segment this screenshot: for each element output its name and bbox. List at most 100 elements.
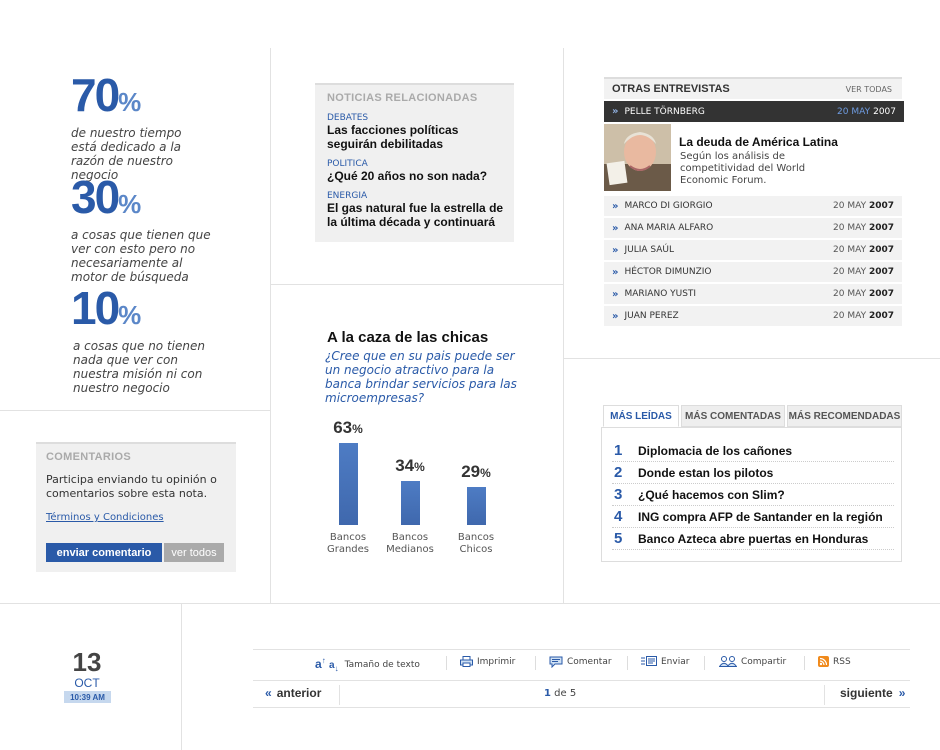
send-tool[interactable]: Enviar	[641, 656, 689, 667]
most-item-number: 2	[614, 464, 623, 481]
date-time: 10:39 AM	[64, 691, 111, 703]
related-category: POLITICA	[327, 159, 368, 169]
most-item[interactable]: 5 Banco Azteca abre puertas en Honduras	[612, 528, 894, 550]
double-chevron-icon: »	[612, 200, 619, 212]
interview-row[interactable]: » JUAN PEREZ 20 MAY 2007	[604, 306, 902, 326]
related-news-box: NOTICIAS RELACIONADAS DEBATES Las faccio…	[315, 83, 514, 242]
stat-text: a cosas que tienen que ver con esto pero…	[71, 228, 211, 284]
featured-summary: Según los análisis de competitividad del…	[680, 151, 806, 186]
most-item[interactable]: 4 ING compra AFP de Santander en la regió…	[612, 506, 894, 528]
double-chevron-left-icon: «	[265, 686, 272, 700]
share-tool[interactable]: Compartir	[719, 656, 786, 667]
poll-bar	[467, 487, 486, 525]
share-icon	[719, 656, 737, 667]
divider	[0, 410, 270, 411]
interview-name: MARCO DI GIORGIO	[624, 201, 713, 211]
most-item-number: 3	[614, 486, 623, 503]
double-chevron-icon: »	[612, 288, 619, 300]
related-link[interactable]: Las facciones políticas seguirán debilit…	[327, 123, 507, 151]
divider	[563, 358, 940, 359]
rss-label: RSS	[833, 656, 851, 667]
most-item-title: ¿Qué hacemos con Slim?	[638, 487, 785, 502]
poll-bar	[401, 481, 420, 525]
interview-date: 20 MAY 2007	[833, 223, 894, 233]
next-label: siguiente	[840, 686, 893, 700]
terms-link[interactable]: Términos y Condiciones	[46, 512, 164, 523]
featured-headline[interactable]: La deuda de América Latina	[679, 135, 838, 149]
toolbar-separator	[704, 656, 705, 670]
poll-bar-label: Bancos Chicos	[457, 532, 495, 555]
tab-most-recommended[interactable]: MÁS RECOMENDADAS	[787, 405, 902, 427]
text-size-label: Tamaño de texto	[344, 659, 420, 670]
interview-name: ANA MARIA ALFARO	[624, 223, 714, 233]
rss-tool[interactable]: RSS	[818, 656, 851, 667]
send-icon	[641, 656, 657, 666]
interview-row[interactable]: » JULIA SAÚL 20 MAY 2007	[604, 240, 902, 260]
interview-row[interactable]: » MARIANO YUSTI 20 MAY 2007	[604, 284, 902, 304]
view-all-interviews-link[interactable]: VER TODAS	[846, 85, 892, 94]
divider	[253, 680, 910, 681]
prev-page-link[interactable]: « anterior	[265, 686, 321, 700]
toolbar-separator	[446, 656, 447, 670]
tab-most-commented[interactable]: MÁS COMENTADAS	[681, 405, 785, 427]
interview-row[interactable]: » MARCO DI GIORGIO 20 MAY 2007	[604, 196, 902, 216]
most-item[interactable]: 1 Diplomacia de los cañones	[612, 440, 894, 462]
poll-bar	[339, 443, 358, 525]
most-item-title: Donde estan los pilotos	[638, 465, 774, 480]
divider	[824, 685, 825, 705]
double-chevron-icon: »	[612, 266, 619, 278]
stat-value: 70%	[71, 69, 142, 121]
interview-row[interactable]: » ANA MARIA ALFARO 20 MAY 2007	[604, 218, 902, 238]
page-indicator: 1 de 5	[544, 688, 576, 699]
interview-date: 20 MAY 2007	[833, 289, 894, 299]
double-chevron-right-icon: »	[898, 686, 906, 700]
divider	[270, 284, 563, 285]
toolbar-separator	[804, 656, 805, 670]
featured-year: 2007	[873, 106, 896, 117]
print-tool[interactable]: Imprimir	[460, 656, 515, 667]
print-label: Imprimir	[477, 656, 516, 667]
interview-date: 20 MAY 2007	[833, 311, 894, 321]
next-page-link[interactable]: siguiente »	[840, 686, 905, 700]
toolbar-separator	[627, 656, 628, 670]
text-size-icon: a↑ a↓	[315, 656, 339, 673]
related-category: ENERGIA	[327, 191, 368, 201]
poll-bar-label: Bancos Medianos	[386, 532, 434, 555]
most-item[interactable]: 2 Donde estan los pilotos	[612, 462, 894, 484]
featured-interview-bar[interactable]: » PELLE TÖRNBERG 20 MAY 2007	[604, 101, 904, 122]
comment-tool[interactable]: Comentar	[549, 656, 612, 668]
tab-most-read[interactable]: MÁS LEÍDAS	[603, 405, 679, 427]
stat-block: 10% a cosas que no tienen nada que ver c…	[71, 285, 241, 395]
divider	[339, 685, 340, 705]
related-title: NOTICIAS RELACIONADAS	[327, 92, 478, 104]
printer-icon	[460, 656, 473, 667]
interview-row[interactable]: » HÉCTOR DIMUNZIO 20 MAY 2007	[604, 262, 902, 282]
comments-title: COMENTARIOS	[46, 451, 131, 463]
interview-date: 20 MAY 2007	[833, 245, 894, 255]
interview-name: HÉCTOR DIMUNZIO	[624, 267, 712, 277]
divider	[181, 604, 182, 750]
poll-question: ¿Cree que en su pais puede ser un negoci…	[325, 349, 517, 405]
stat-value: 10%	[71, 282, 142, 334]
date-day: 13	[72, 647, 102, 677]
related-link[interactable]: El gas natural fue la estrella de la últ…	[327, 201, 509, 229]
comments-box: COMENTARIOS Participa enviando tu opinió…	[36, 442, 236, 572]
page-total: de 5	[554, 688, 577, 699]
send-comment-button[interactable]: enviar comentario	[46, 543, 162, 562]
text-size-tool[interactable]: a↑ a↓ Tamaño de texto	[315, 656, 420, 673]
interview-name: JUAN PEREZ	[624, 311, 679, 321]
most-item-title: Banco Azteca abre puertas en Honduras	[638, 531, 869, 546]
date-month: OCT	[74, 676, 100, 690]
most-item-title: Diplomacia de los cañones	[638, 443, 793, 458]
divider	[253, 707, 910, 708]
stat-text: a cosas que no tienen nada que ver con n…	[73, 339, 205, 395]
poll-bar-value: 63%	[333, 418, 363, 437]
prev-label: anterior	[276, 686, 322, 700]
view-all-comments-button[interactable]: ver todos	[164, 543, 224, 562]
interviewee-photo	[604, 124, 671, 191]
most-item[interactable]: 3 ¿Qué hacemos con Slim?	[612, 484, 894, 506]
related-link[interactable]: ¿Qué 20 años no son nada?	[327, 169, 507, 183]
rss-icon	[818, 656, 829, 667]
double-chevron-icon: »	[612, 310, 619, 322]
stat-value: 30%	[71, 171, 142, 223]
